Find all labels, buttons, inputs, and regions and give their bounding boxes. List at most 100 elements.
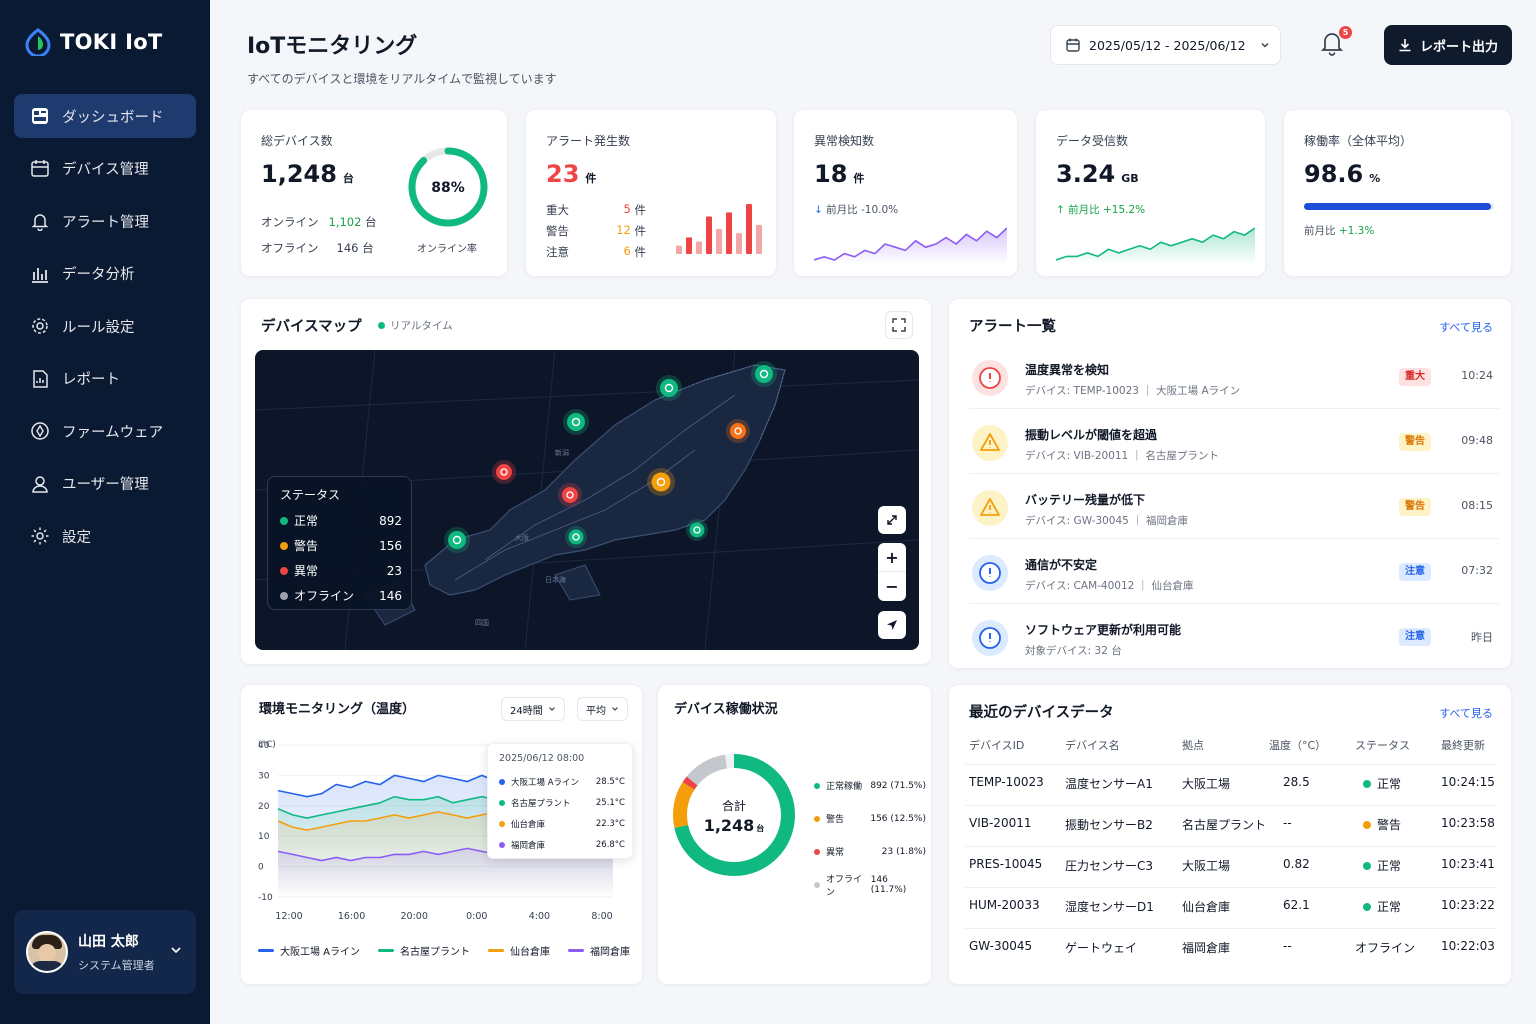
marker-critical-1 [492,460,516,484]
x-tick-label: 16:00 [338,911,365,922]
legend-item-critical: 異常 23 [280,562,402,579]
zoom-out-button[interactable]: − [878,572,906,601]
y-tick-label: 0 [258,863,264,873]
anomaly-sparkline [814,227,1007,264]
avatar [26,931,68,973]
kpi-value: 3.24 GB [1056,160,1139,188]
kpi-value: 98.6% [1304,160,1381,188]
chevron-down-icon[interactable] [170,944,182,956]
user-profile[interactable]: 山田 太郎 システム管理者 [14,910,196,994]
kpi-label: データ受信数 [1056,134,1129,148]
x-tick-label: 12:00 [275,911,302,922]
legend-item[interactable]: 福岡倉庫 [568,943,630,958]
map-expand-button[interactable] [878,506,906,534]
alert-bar [746,204,752,254]
sidebar-item-label: 設定 [62,529,91,546]
gear-icon [32,318,48,334]
alert-item[interactable]: 振動レベルが閾値を超過 デバイス: VIB-20011 ｜ 名古屋プラント 警告 09… [969,412,1499,474]
alert-item[interactable]: バッテリー残量が低下 デバイス: GW-30045 ｜ 福岡倉庫 警告 08:15 [969,477,1499,539]
dashboard-icon [32,108,48,124]
sidebar-item-label: ルール設定 [62,319,135,336]
chevron-down-icon [612,707,618,711]
recent-device-data-card: 最近のデバイスデータ すべて見る デバイスID デバイス名 拠点 温度（°C） ステータ… [948,684,1512,985]
table-cell-status: 正常 [1355,775,1401,792]
svg-text:大阪: 大阪 [515,533,529,542]
table-cell-temp: -- [1283,939,1292,953]
table-cell-status: 正常 [1355,898,1401,915]
notification-button[interactable]: 5 [1320,26,1352,58]
view-all-alerts-link[interactable]: すべて見る [1439,319,1493,335]
table-cell-id: PRES-10045 [969,857,1043,871]
sidebar-item-label: ダッシュボード [62,109,164,126]
marker-critical-2 [558,483,582,507]
sidebar-item-settings[interactable]: 設定 [14,514,196,558]
alert-device: 対象デバイス: 32 台 [1025,645,1122,657]
sidebar-item-gear[interactable]: ルール設定 [14,304,196,348]
alert-title: ソフトウェア更新が利用可能 [1025,623,1182,637]
donut-center: 合計 1,248 台 [668,797,800,835]
alert-item[interactable]: 温度異常を検知 デバイス: TEMP-10023 ｜ 大阪工場 Aライン 重大 10:… [969,347,1499,409]
sidebar-item-firmware[interactable]: ファームウェア [14,409,196,453]
alert-title: 振動レベルが閾値を超過 [1025,428,1158,442]
alert-time: 07:32 [1461,564,1493,577]
zoom-in-button[interactable]: + [878,543,906,572]
alert-bar [736,233,742,254]
online-rate-label: オンライン率 [417,244,477,255]
marker-normal-2 [751,361,777,387]
sidebar-nav: ダッシュボードデバイス管理アラート管理データ分析ルール設定レポートファームウェア… [14,94,196,567]
sidebar-item-label: アラート管理 [62,214,149,231]
kpi-uptime: 稼働率（全体平均） 98.6% 前月比 +1.3% [1283,109,1512,277]
table-cell-status: 警告 [1355,816,1401,833]
table-cell-status: 正常 [1355,857,1401,874]
sidebar-item-user[interactable]: ユーザー管理 [14,462,196,506]
legend-item[interactable]: 名古屋プラント [378,943,470,958]
legend-item-normal: 正常 892 [280,512,402,529]
legend-item[interactable]: 大阪工場 Aライン [258,943,360,958]
map-canvas[interactable]: 新潟東京大阪日本海四国 ステータス 正常892 警告156 異常23 オフライン… [255,350,919,650]
date-range-picker[interactable]: 2025/05/12 - 2025/06/12 [1050,25,1281,65]
aggregation-select[interactable]: 平均 [577,697,628,721]
export-report-button[interactable]: レポート出力 [1384,25,1512,65]
online-rate-value: 88% [431,180,465,196]
sidebar-item-report[interactable]: レポート [14,357,196,401]
table-cell-temp: 28.5 [1283,775,1310,789]
legend-item[interactable]: 仙台倉庫 [488,943,550,958]
table-header: ステータス [1355,739,1410,752]
table-cell-time: 10:22:03 [1441,939,1495,953]
device-icon [31,159,49,177]
sidebar-item-label: レポート [62,372,120,388]
table-cell-status: オフライン [1355,941,1416,955]
alert-item[interactable]: 通信が不安定 デバイス: CAM-40012 ｜ 仙台倉庫 注意 07:32 [969,542,1499,604]
marker-warning-2 [647,468,675,496]
chevron-down-icon [1261,43,1269,48]
calendar-icon [1066,38,1080,52]
sidebar-item-chart[interactable]: データ分析 [14,252,196,296]
sidebar-item-device[interactable]: デバイス管理 [14,147,196,191]
alert-title: 通信が不安定 [1025,558,1098,572]
sidebar-item-bell[interactable]: アラート管理 [14,199,196,243]
sidebar-item-dashboard[interactable]: ダッシュボード [14,94,196,138]
table-cell-site: 大阪工場 [1182,859,1231,873]
row-divider [965,846,1497,847]
kpi-anomaly: 異常検知数 18 件 ↓ 前月比 -10.0% [793,109,1018,277]
view-all-devices-link[interactable]: すべて見る [1439,705,1493,721]
page-title: IoTモニタリング [247,34,418,59]
kpi-label: 総デバイス数 [261,134,333,148]
locate-button[interactable] [878,611,906,639]
app-logo[interactable]: TOKI IoT [24,28,163,56]
bell-icon [31,214,49,231]
download-icon [1399,39,1411,52]
sidebar: TOKI IoT ダッシュボードデバイス管理アラート管理データ分析ルール設定レポ… [0,0,210,1024]
table-cell-time: 10:24:15 [1441,775,1495,789]
marker-warning-1 [726,419,750,443]
alert-item[interactable]: ソフトウェア更新が利用可能 対象デバイス: 32 台 注意 昨日 [969,607,1499,669]
alert-title: バッテリー残量が低下 [1025,493,1146,507]
table-cell-time: 10:23:41 [1441,857,1495,871]
offline-count: オフライン 146 台 [261,241,374,255]
svg-text:四国: 四国 [475,619,489,627]
export-label: レポート出力 [1419,39,1498,55]
fullscreen-button[interactable] [885,311,913,339]
table-cell-name: 湿度センサーD1 [1065,900,1154,914]
kpi-trend: ↓ 前月比 -10.0% [814,204,899,216]
range-select[interactable]: 24時間 [501,697,565,721]
